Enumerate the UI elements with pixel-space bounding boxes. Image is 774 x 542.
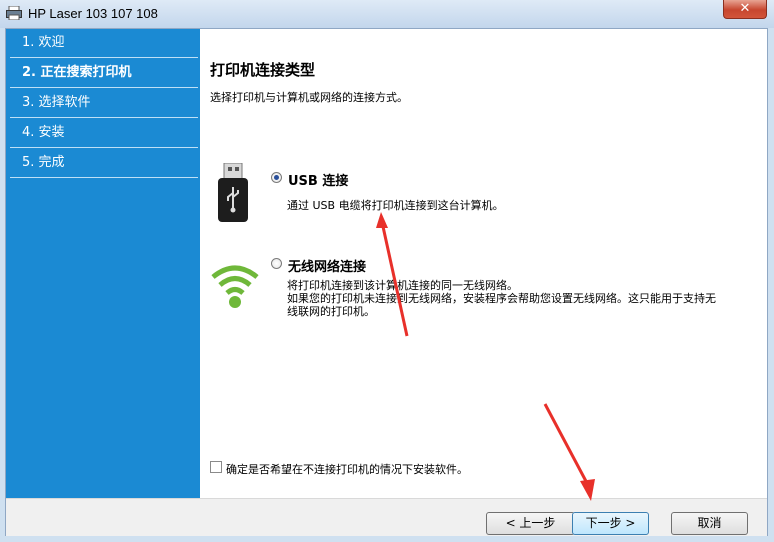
steps-sidebar: 1. 欢迎 2. 正在搜索打印机 3. 选择软件 4. 安装 5. 完成 [6, 29, 200, 498]
step-install: 4. 安装 [10, 119, 198, 148]
wireless-connection-description-2: 如果您的打印机未连接到无线网络，安装程序会帮助您设置无线网络。这只能用于支持无 [287, 292, 716, 305]
installer-window: 1. 欢迎 2. 正在搜索打印机 3. 选择软件 4. 安装 5. 完成 打印机… [5, 28, 768, 536]
button-bar: < 上一步 下一步 > 取消 [6, 498, 767, 536]
page-subtitle: 选择打印机与计算机或网络的连接方式。 [210, 91, 408, 104]
step-searching-printer: 2. 正在搜索打印机 [10, 59, 198, 88]
window-title: HP Laser 103 107 108 [28, 6, 158, 21]
next-button[interactable]: 下一步 > [572, 512, 649, 535]
wireless-connection-description-3: 线联网的打印机。 [287, 305, 375, 318]
page-title: 打印机连接类型 [210, 61, 316, 79]
usb-connection-radio[interactable] [271, 172, 282, 183]
main-panel: 打印机连接类型 选择打印机与计算机或网络的连接方式。 USB 连接 通过 USB… [200, 29, 767, 498]
cancel-button[interactable]: 取消 [671, 512, 748, 535]
back-button[interactable]: < 上一步 [486, 512, 575, 535]
usb-connection-description: 通过 USB 电缆将打印机连接到这台计算机。 [287, 199, 504, 212]
step-finish: 5. 完成 [10, 149, 198, 178]
wifi-icon [211, 265, 259, 308]
step-welcome: 1. 欢迎 [10, 29, 198, 58]
wireless-connection-label[interactable]: 无线网络连接 [288, 256, 366, 275]
install-without-printer-label[interactable]: 确定是否希望在不连接打印机的情况下安装软件。 [226, 461, 468, 477]
step-select-software: 3. 选择软件 [10, 89, 198, 118]
title-bar: HP Laser 103 107 108 ✕ [0, 0, 774, 28]
usb-connection-label[interactable]: USB 连接 [288, 170, 348, 189]
wireless-connection-radio[interactable] [271, 258, 282, 269]
usb-drive-icon [218, 163, 248, 222]
install-without-printer-checkbox[interactable] [210, 461, 222, 473]
close-button[interactable]: ✕ [723, 0, 767, 19]
printer-app-icon [6, 6, 22, 20]
wireless-connection-description-1: 将打印机连接到该计算机连接的同一无线网络。 [287, 279, 518, 292]
